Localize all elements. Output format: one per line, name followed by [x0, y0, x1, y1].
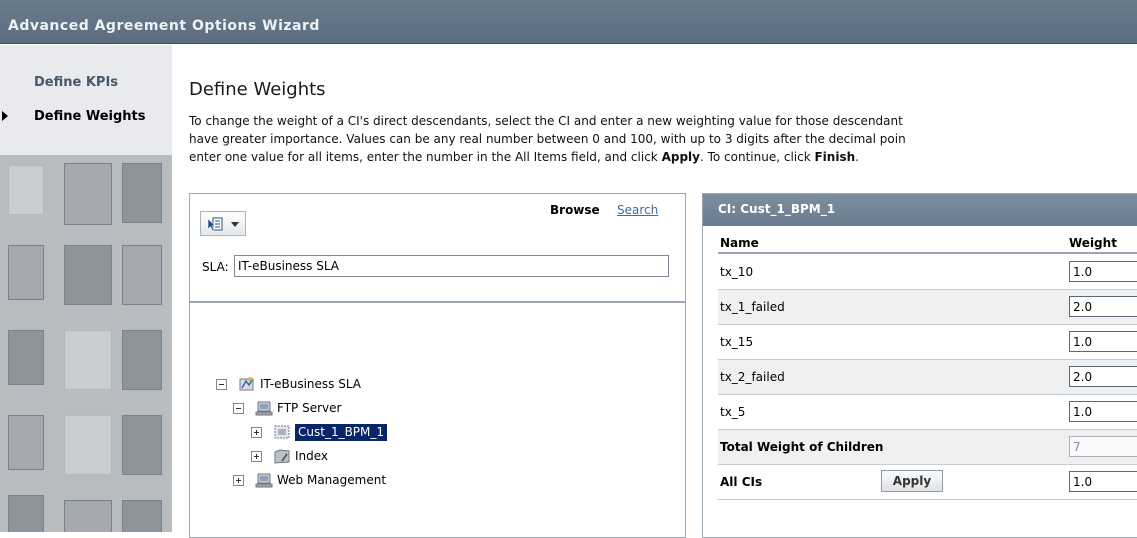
all-cis-row: All CIs Apply [718, 465, 1137, 500]
weights-panel: CI: Cust_1_BPM_1 Name Weight tx_10 tx_1_… [702, 193, 1137, 538]
child-ci-name: tx_15 [720, 335, 754, 349]
background-window-decor [8, 245, 44, 300]
server-icon [255, 473, 273, 488]
column-header-weight: Weight [1069, 236, 1117, 250]
tree-node-cust-1-bpm-1[interactable]: Cust_1_BPM_1 [251, 423, 551, 443]
chevron-down-icon [231, 222, 239, 227]
weight-field[interactable] [1069, 331, 1137, 352]
step-define-weights[interactable]: Define Weights [34, 109, 146, 124]
ci-panel-header: CI: Cust_1_BPM_1 [703, 194, 1137, 226]
table-row: tx_15 [718, 325, 1137, 360]
child-ci-name: tx_2_failed [720, 370, 785, 384]
all-cis-weight-field[interactable] [1069, 471, 1137, 492]
sla-icon [239, 377, 254, 391]
ci-tree-panel: Browse Search SLA: IT-eBusiness SLA FTP … [189, 193, 686, 538]
instructions-line: have greater importance. Values can be a… [189, 132, 906, 146]
table-row: tx_2_failed [718, 360, 1137, 395]
step-define-kpis[interactable]: Define KPIs [34, 75, 118, 90]
tree-node-label: Index [295, 449, 329, 463]
ci-panel-title: CI: Cust_1_BPM_1 [718, 202, 836, 216]
index-icon [274, 449, 290, 464]
child-ci-name: tx_5 [720, 405, 746, 419]
sla-label: SLA: [202, 260, 229, 274]
all-cis-label: All CIs [720, 475, 763, 489]
background-window-decor [122, 330, 162, 390]
wizard-title: Advanced Agreement Options Wizard [8, 18, 320, 34]
view-selector-icon [207, 217, 223, 231]
view-selector-button[interactable] [200, 211, 246, 236]
background-window-decor [122, 245, 162, 305]
total-weight-row: Total Weight of Children [718, 430, 1137, 465]
background-window-decor [122, 500, 162, 532]
tree-node-label: Web Management [277, 473, 387, 487]
apply-button[interactable]: Apply [881, 470, 943, 492]
instructions-line: enter one value for all items, enter the… [189, 150, 859, 164]
wizard-steps: Define KPIs Define Weights [0, 45, 172, 155]
tree-node-label-selected: Cust_1_BPM_1 [295, 424, 388, 441]
wizard-sidebar: Define KPIs Define Weights [0, 45, 172, 532]
child-ci-name: tx_10 [720, 265, 754, 279]
table-row: tx_5 [718, 395, 1137, 430]
collapse-icon[interactable] [216, 379, 227, 390]
expand-icon[interactable] [233, 475, 244, 486]
table-row: tx_1_failed [718, 290, 1137, 325]
background-window-decor [64, 163, 112, 225]
tree-node-label: IT-eBusiness SLA [260, 377, 361, 391]
table-row: tx_10 [718, 255, 1137, 290]
background-window-decor [8, 165, 44, 215]
total-weight-field [1069, 436, 1137, 457]
server-icon [255, 401, 273, 416]
background-window-decor [64, 500, 112, 532]
bpm-icon [274, 425, 290, 439]
sla-field[interactable] [234, 255, 669, 277]
background-window-decor [8, 415, 44, 470]
child-ci-name: tx_1_failed [720, 300, 785, 314]
total-weight-label: Total Weight of Children [720, 440, 884, 454]
instructions-text: To change the weight of a CI's direct de… [189, 112, 1137, 166]
expand-icon[interactable] [251, 451, 262, 462]
weight-field[interactable] [1069, 296, 1137, 317]
tree-node-web-management[interactable]: Web Management [233, 471, 533, 491]
page-title: Define Weights [189, 79, 326, 100]
weight-field[interactable] [1069, 366, 1137, 387]
search-tab-link[interactable]: Search [617, 203, 658, 217]
background-window-decor [8, 495, 44, 532]
tree-node-ftp-server[interactable]: FTP Server [233, 399, 533, 419]
current-step-arrow-icon [2, 111, 8, 121]
tree-node-it-ebusiness-sla[interactable]: IT-eBusiness SLA [216, 375, 516, 395]
weights-grid-header: Name Weight [718, 234, 1137, 254]
background-window-decor [64, 245, 112, 305]
background-window-decor [8, 330, 44, 385]
column-header-name: Name [720, 236, 759, 250]
weight-field[interactable] [1069, 401, 1137, 422]
browse-tab[interactable]: Browse [550, 203, 600, 217]
tree-node-index[interactable]: Index [251, 447, 551, 467]
background-window-decor [122, 163, 162, 223]
background-window-decor [64, 330, 112, 390]
background-window-decor [64, 415, 112, 475]
wizard-content: Define Weights To change the weight of a… [172, 45, 1137, 538]
collapse-icon[interactable] [233, 403, 244, 414]
weight-field[interactable] [1069, 261, 1137, 282]
wizard-title-bar: Advanced Agreement Options Wizard [0, 0, 1137, 44]
instructions-line: To change the weight of a CI's direct de… [189, 114, 903, 128]
expand-icon[interactable] [251, 427, 262, 438]
background-window-decor [122, 415, 162, 475]
panel-divider [190, 301, 685, 303]
tree-node-label: FTP Server [277, 401, 342, 415]
